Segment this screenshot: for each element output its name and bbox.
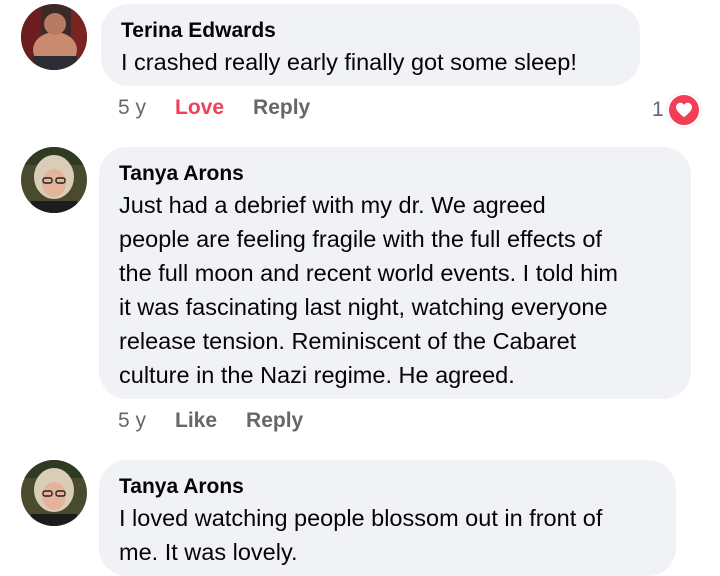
comment-author[interactable]: Tanya Arons xyxy=(119,474,656,500)
comment-actions: 5 y Love Reply xyxy=(118,93,339,123)
avatar-tanya-arons[interactable] xyxy=(21,460,87,526)
comment-line: Just had a debrief with my dr. We agreed xyxy=(119,192,546,218)
comment-bubble: Tanya Arons Just had a debrief with my d… xyxy=(99,147,691,399)
comment-line: I loved watching people blossom out in f… xyxy=(119,505,603,531)
comment-line: people are feeling fragile with the full… xyxy=(119,226,602,252)
comment-line: release tension. Reminiscent of the Caba… xyxy=(119,328,577,354)
comment-line: the full moon and recent world events. I… xyxy=(119,260,618,286)
reaction-count-badge[interactable]: 1 xyxy=(652,93,701,127)
comment-bubble: Terina Edwards I crashed really early fi… xyxy=(101,4,640,86)
comment-line: it was fascinating last night, watching … xyxy=(119,294,608,320)
comment-line: me. It was lovely. xyxy=(119,539,298,565)
avatar-photo xyxy=(21,460,87,526)
comment-bubble: Tanya Arons I loved watching people blos… xyxy=(99,460,676,576)
avatar-photo xyxy=(21,147,87,213)
love-button[interactable]: Love xyxy=(175,96,224,120)
comment-author[interactable]: Terina Edwards xyxy=(121,18,620,44)
comment-author[interactable]: Tanya Arons xyxy=(119,161,671,187)
reply-button[interactable]: Reply xyxy=(246,409,303,433)
comment-line: culture in the Nazi regime. He agreed. xyxy=(119,362,515,388)
comment-text: I crashed really early finally got some … xyxy=(121,49,577,75)
avatar-terina-edwards[interactable] xyxy=(21,4,87,70)
avatar-tanya-arons[interactable] xyxy=(21,147,87,213)
reply-button[interactable]: Reply xyxy=(253,96,310,120)
comment-timestamp[interactable]: 5 y xyxy=(118,409,146,433)
comment-text: I loved watching people blossom out in f… xyxy=(119,501,656,569)
comment-text: Just had a debrief with my dr. We agreed… xyxy=(119,188,671,392)
comment-timestamp[interactable]: 5 y xyxy=(118,96,146,120)
reaction-count: 1 xyxy=(652,98,664,121)
heart-icon xyxy=(666,93,701,127)
avatar-photo xyxy=(21,4,87,70)
like-button[interactable]: Like xyxy=(175,409,217,433)
comment-actions: 5 y Like Reply xyxy=(118,406,332,436)
